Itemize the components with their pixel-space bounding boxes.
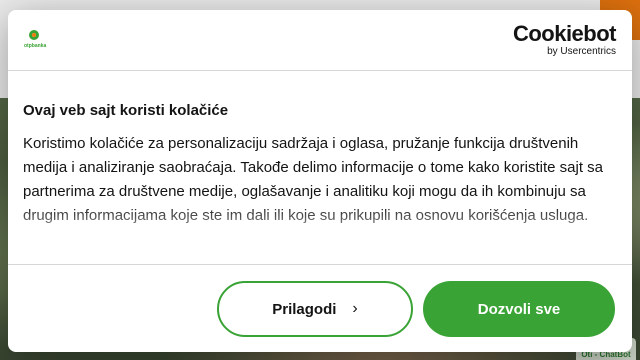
- cookiebot-logo[interactable]: Cookiebot by Usercentrics: [512, 21, 617, 58]
- dialog-footer: Prilagodi › Dozvoli sve: [8, 264, 632, 352]
- cookie-consent-dialog: otpbanka Cookiebot by Usercentrics Ovaj …: [8, 10, 632, 352]
- customize-button[interactable]: Prilagodi ›: [217, 281, 413, 337]
- cookiebot-name: Cookiebot: [512, 21, 617, 46]
- dialog-header: otpbanka Cookiebot by Usercentrics: [8, 10, 632, 71]
- logo-dot-icon: [32, 33, 36, 37]
- customize-label: Prilagodi: [272, 300, 337, 318]
- cookiebot-subtitle: by Usercentrics: [547, 46, 616, 57]
- site-logo: otpbanka: [24, 28, 48, 52]
- allow-all-label: Dozvoli sve: [477, 300, 561, 318]
- dialog-title: Ovaj veb sajt koristi kolačiće: [23, 102, 229, 119]
- allow-all-button[interactable]: Dozvoli sve: [423, 281, 615, 337]
- site-logo-text: otpbanka: [24, 43, 47, 49]
- text-fade-overlay: [8, 204, 632, 264]
- chevron-right-icon: ›: [352, 300, 358, 317]
